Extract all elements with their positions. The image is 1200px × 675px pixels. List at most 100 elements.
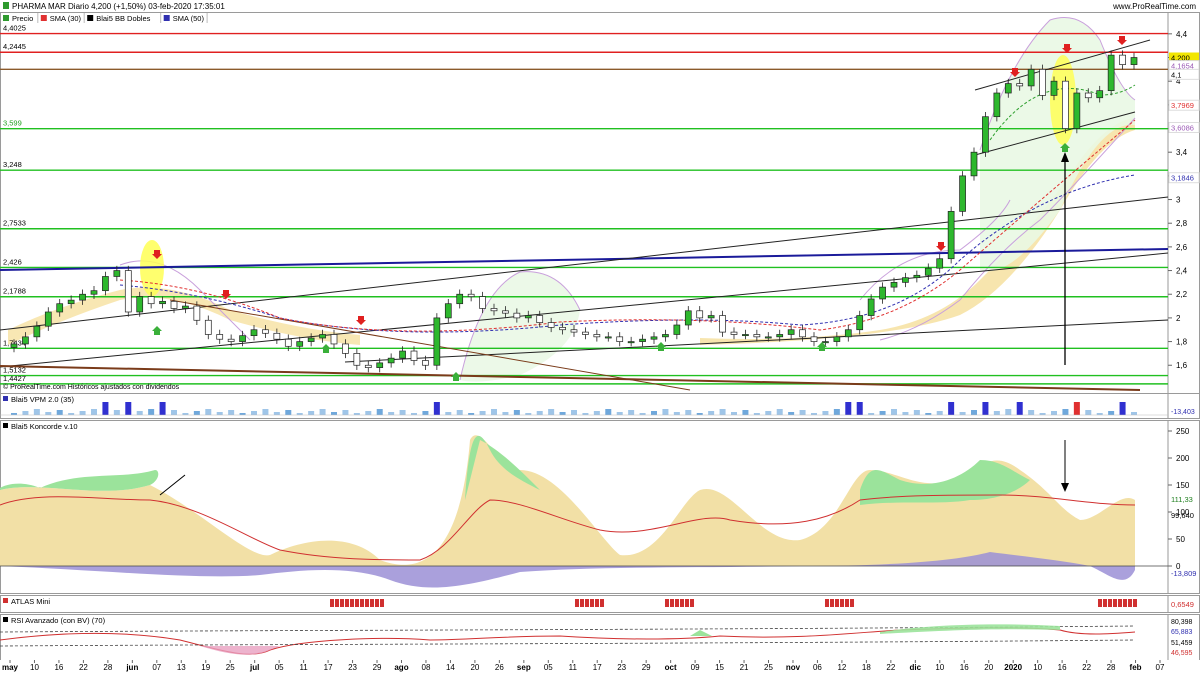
x-tick-label: 28 <box>1107 663 1116 672</box>
volume-bar <box>331 412 337 415</box>
volume-bar <box>1108 411 1115 415</box>
volume-bar <box>616 412 623 415</box>
candle <box>993 92 1001 118</box>
chart-title: PHARMA MAR Diario 4,200 (+1,50%) 03-feb-… <box>12 2 225 11</box>
volume-bar <box>445 412 452 415</box>
x-tick-label: 21 <box>740 663 749 672</box>
atlas-bar <box>585 599 589 607</box>
volume-bar <box>765 411 772 415</box>
candle <box>1050 80 1058 96</box>
candle <box>147 296 155 305</box>
atlas-bar <box>1118 599 1122 607</box>
x-tick-label: 23 <box>617 663 626 672</box>
atlas-bar <box>680 599 684 607</box>
atlas-bar <box>370 599 374 607</box>
candle <box>1016 83 1024 87</box>
volume-bar <box>56 410 63 415</box>
candle <box>742 334 749 337</box>
x-tick-label: 11 <box>299 663 308 672</box>
volume-bar <box>685 410 692 415</box>
candle <box>947 211 955 260</box>
candle <box>559 327 566 331</box>
candle <box>536 315 544 323</box>
koncorde-badge: -13,809 <box>1171 569 1196 578</box>
candle <box>764 336 772 339</box>
atlas-bar <box>335 599 339 607</box>
volume-bar <box>125 402 132 415</box>
x-tick-label: 16 <box>1058 663 1067 672</box>
candle <box>582 331 589 335</box>
candle <box>330 334 338 345</box>
candle <box>616 336 624 342</box>
candle <box>890 282 898 288</box>
candle <box>1119 54 1126 65</box>
volume-bar <box>708 411 715 415</box>
atlas-bar <box>840 599 844 607</box>
candle <box>204 319 212 335</box>
candle <box>1027 68 1035 87</box>
atlas-bar <box>600 599 604 607</box>
candle <box>307 337 315 342</box>
volume-bar <box>605 409 612 415</box>
candle <box>376 362 384 368</box>
x-tick-label: 13 <box>177 663 186 672</box>
volume-bar <box>228 410 235 415</box>
candle <box>456 293 464 305</box>
atlas-bar <box>590 599 594 607</box>
brand-text: www.ProRealTime.com <box>1112 2 1196 11</box>
level-label: 1,4427 <box>3 374 26 383</box>
candle <box>776 334 784 338</box>
koncorde-badge: 111,33 <box>1171 495 1193 504</box>
candle <box>810 336 818 342</box>
candle <box>387 357 395 364</box>
volume-bar <box>959 412 966 415</box>
volume-bar <box>788 412 795 415</box>
volume-bar <box>342 410 349 415</box>
legend-swatch <box>40 15 47 21</box>
candle <box>490 308 498 312</box>
koncorde-badge: 99,640 <box>1171 511 1194 520</box>
candle <box>159 300 166 305</box>
price-badge-label: 3,7969 <box>1171 101 1194 110</box>
x-tick-label: 29 <box>642 663 651 672</box>
y-tick-label: 3,4 <box>1176 148 1188 157</box>
level-label: 4,2445 <box>3 42 26 51</box>
candle <box>1130 57 1138 65</box>
volume-bar <box>548 409 555 415</box>
candle <box>982 116 989 153</box>
atlas-bar <box>580 599 584 607</box>
atlas-bar <box>685 599 689 607</box>
atlas-bar <box>575 599 579 607</box>
volume-bar <box>205 409 212 415</box>
candle <box>227 338 235 342</box>
x-tick-label: 09 <box>691 663 700 672</box>
y-tick-label: 1,8 <box>1176 338 1188 347</box>
atlas-bar <box>665 599 669 607</box>
volume-bar <box>308 411 315 415</box>
koncorde-tick-label: 50 <box>1176 535 1185 544</box>
atlas-bar <box>380 599 384 607</box>
atlas-bar <box>330 599 334 607</box>
volume-bar <box>262 409 269 415</box>
candle <box>319 334 326 339</box>
volume-bar <box>936 411 943 415</box>
level-label: 3,248 <box>3 160 22 169</box>
candle <box>707 315 715 319</box>
volume-bar <box>719 409 726 415</box>
atlas-bar <box>595 599 599 607</box>
candle <box>570 329 578 333</box>
x-tick-label: 05 <box>275 663 284 672</box>
rsi-badge: 80,398 <box>1171 619 1193 626</box>
atlas-bar <box>1123 599 1127 607</box>
x-tick-label: 05 <box>544 663 553 672</box>
candle <box>639 338 646 342</box>
x-tick-label: 16 <box>960 663 969 672</box>
candle <box>753 334 761 338</box>
volume-bar <box>799 410 806 415</box>
y-tick-label: 2,2 <box>1176 290 1188 299</box>
volume-bar <box>1016 402 1023 415</box>
x-tick-label: 08 <box>422 663 431 672</box>
legend-label: SMA (30) <box>50 14 82 23</box>
candle <box>1073 92 1081 129</box>
x-tick-label: oct <box>665 663 677 672</box>
